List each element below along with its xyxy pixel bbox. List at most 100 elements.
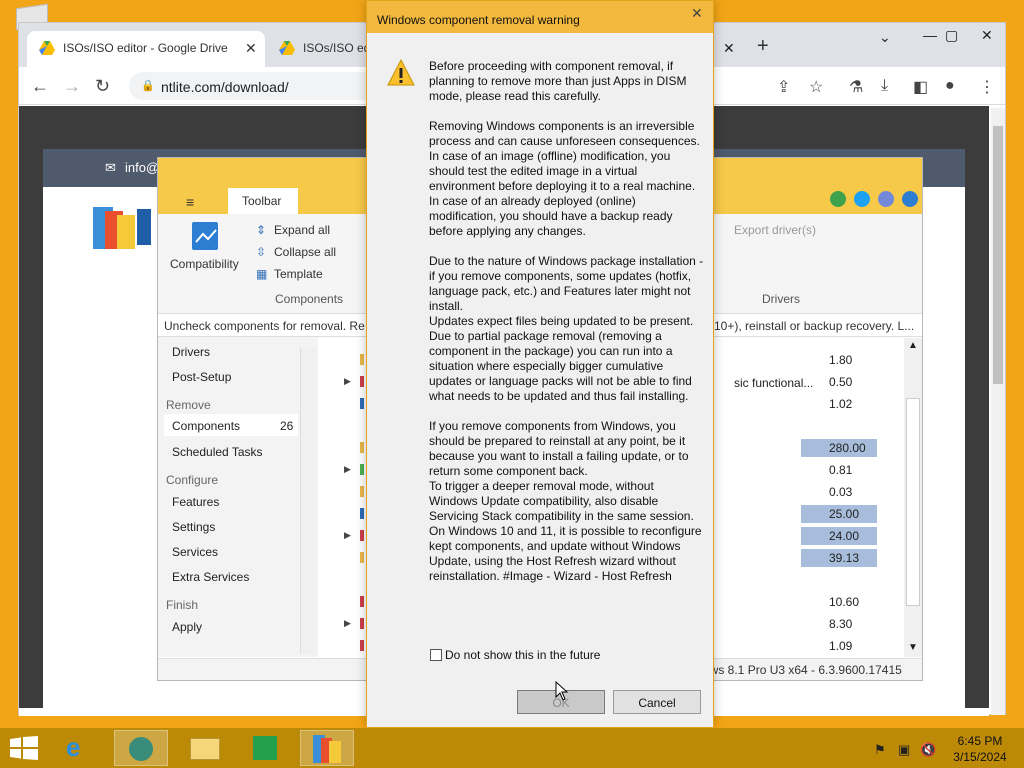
- tree-size-value: 1.02: [829, 397, 853, 411]
- volume-muted-icon[interactable]: 🔇: [920, 742, 936, 758]
- scroll-thumb[interactable]: [906, 398, 920, 606]
- export-drivers-button[interactable]: Export driver(s): [734, 223, 816, 237]
- close-tab-icon[interactable]: ✕: [723, 40, 735, 57]
- store-icon: [253, 736, 277, 760]
- tree-size-value: 0.03: [829, 485, 853, 499]
- sidebar-item-apply[interactable]: Apply: [172, 620, 202, 634]
- tree-size-value: 8.30: [829, 617, 853, 631]
- discord-icon[interactable]: [878, 191, 894, 207]
- tree-size-value: 280.00: [801, 439, 877, 457]
- sidebar-item-extra-services[interactable]: Extra Services: [172, 570, 249, 584]
- template-dropdown[interactable]: Template: [274, 267, 323, 281]
- taskbar-store[interactable]: [238, 730, 292, 766]
- page-scrollbar[interactable]: [991, 108, 1005, 715]
- warning-icon: [387, 59, 415, 86]
- tree-size-value: 0.50: [829, 375, 853, 389]
- taskbar-ie[interactable]: e: [56, 730, 110, 766]
- ribbon-group-components: Components: [275, 292, 344, 306]
- extensions-icon[interactable]: ⚗: [849, 77, 863, 97]
- collapse-all-button[interactable]: Collapse all: [274, 245, 336, 259]
- tree-item-marker: [360, 530, 364, 541]
- ntlite-logo-icon: [93, 207, 135, 249]
- internet-explorer-icon: e: [66, 732, 81, 762]
- tree-size-value: 24.00: [801, 527, 877, 545]
- help-icon[interactable]: [902, 191, 918, 207]
- network-icon[interactable]: ▣: [898, 742, 910, 758]
- hamburger-menu-icon[interactable]: ≡: [186, 194, 194, 210]
- side-panel-icon[interactable]: ◧: [913, 77, 928, 97]
- forward-icon[interactable]: →: [63, 76, 81, 97]
- share-icon[interactable]: ⇪: [777, 77, 790, 97]
- sidebar-item-services[interactable]: Services: [172, 545, 218, 559]
- sidebar-section-finish: Finish: [166, 598, 199, 612]
- tree-size-value: 39.13: [801, 549, 877, 567]
- system-clock[interactable]: 6:45 PM 3/15/2024: [940, 733, 1020, 765]
- tree-item-marker: [360, 376, 364, 387]
- upgrade-arrow-icon[interactable]: [830, 191, 846, 207]
- tree-item-marker: [360, 552, 364, 563]
- back-icon[interactable]: ←: [31, 76, 49, 97]
- tab-title: ISOs/ISO ed: [303, 41, 367, 55]
- sidebar-item-scheduled-tasks[interactable]: Scheduled Tasks: [172, 445, 263, 459]
- minimize-icon[interactable]: —: [923, 27, 937, 43]
- maximize-icon[interactable]: ▢: [945, 27, 958, 44]
- cancel-button[interactable]: Cancel: [613, 690, 701, 714]
- tree-expand-icon[interactable]: ▶: [344, 618, 351, 629]
- reload-icon[interactable]: ↻: [95, 76, 110, 97]
- file-explorer-icon: [190, 738, 220, 760]
- lock-icon: 🔒: [141, 80, 155, 92]
- tree-expand-icon[interactable]: ▶: [344, 530, 351, 541]
- sidebar-item-features[interactable]: Features: [172, 495, 219, 509]
- close-window-icon[interactable]: ✕: [981, 27, 993, 44]
- menu-kebab-icon[interactable]: ⋮: [979, 77, 995, 97]
- google-drive-icon: [39, 41, 55, 55]
- tree-size-value: 1.80: [829, 353, 853, 367]
- tree-item-marker: [360, 618, 364, 629]
- dialog-message: Before proceeding with component removal…: [429, 59, 704, 583]
- tab-search-icon[interactable]: ⌄: [879, 29, 891, 46]
- scroll-up-icon[interactable]: ▲: [908, 340, 918, 351]
- sidebar-item-post-setup[interactable]: Post-Setup: [172, 370, 231, 384]
- ntlite-sidebar: Drivers Post-Setup Remove Components 26 …: [158, 337, 318, 657]
- scroll-thumb[interactable]: [993, 126, 1003, 384]
- scroll-down-icon[interactable]: ▼: [908, 642, 918, 653]
- taskbar-ntlite[interactable]: [300, 730, 354, 766]
- tree-item-marker: [360, 596, 364, 607]
- dialog-close-icon[interactable]: ✕: [691, 5, 703, 22]
- tab-google-drive[interactable]: ISOs/ISO editor - Google Drive ✕: [27, 31, 265, 67]
- download-icon[interactable]: ⤓: [881, 77, 888, 95]
- tree-expand-icon[interactable]: ▶: [344, 376, 351, 387]
- bookmark-star-icon[interactable]: ☆: [809, 77, 823, 97]
- tree-item-marker: [360, 442, 364, 453]
- ribbon-group-drivers: Drivers: [762, 292, 800, 306]
- taskbar-explorer[interactable]: [178, 730, 232, 766]
- tree-expand-icon[interactable]: ▶: [344, 464, 351, 475]
- close-tab-icon[interactable]: ✕: [245, 40, 257, 57]
- tab-toolbar[interactable]: Toolbar: [228, 188, 298, 214]
- sidebar-item-components[interactable]: Components 26: [164, 414, 298, 436]
- clock-date: 3/15/2024: [953, 750, 1007, 764]
- sidebar-item-settings[interactable]: Settings: [172, 520, 215, 534]
- tree-scrollbar[interactable]: ▲ ▼: [904, 338, 922, 657]
- do-not-show-label[interactable]: Do not show this in the future: [445, 648, 600, 662]
- expand-all-button[interactable]: Expand all: [274, 223, 330, 237]
- sidebar-item-drivers[interactable]: Drivers: [172, 345, 210, 359]
- tab-iso-editor[interactable]: ISOs/ISO ed: [267, 31, 367, 67]
- tree-size-value: 1.09: [829, 639, 853, 653]
- taskbar-app-2[interactable]: [114, 730, 168, 766]
- clock-time: 6:45 PM: [957, 734, 1003, 748]
- do-not-show-checkbox[interactable]: [430, 649, 442, 661]
- media-app-icon: [129, 737, 153, 761]
- collapse-all-icon: ⇳: [256, 245, 267, 259]
- site-email[interactable]: info@: [125, 160, 159, 175]
- profile-avatar-icon[interactable]: ●: [945, 77, 955, 95]
- twitter-icon[interactable]: [854, 191, 870, 207]
- tree-size-value: 25.00: [801, 505, 877, 523]
- compatibility-button[interactable]: Compatibility: [170, 257, 239, 271]
- template-icon: ▦: [256, 267, 268, 281]
- new-tab-button[interactable]: +: [757, 35, 769, 58]
- info-text: Uncheck components for removal. Re: [164, 319, 365, 333]
- flag-icon[interactable]: ⚑: [874, 742, 886, 758]
- sidebar-scrollbar[interactable]: [300, 348, 316, 654]
- windows-start-icon[interactable]: [10, 736, 38, 760]
